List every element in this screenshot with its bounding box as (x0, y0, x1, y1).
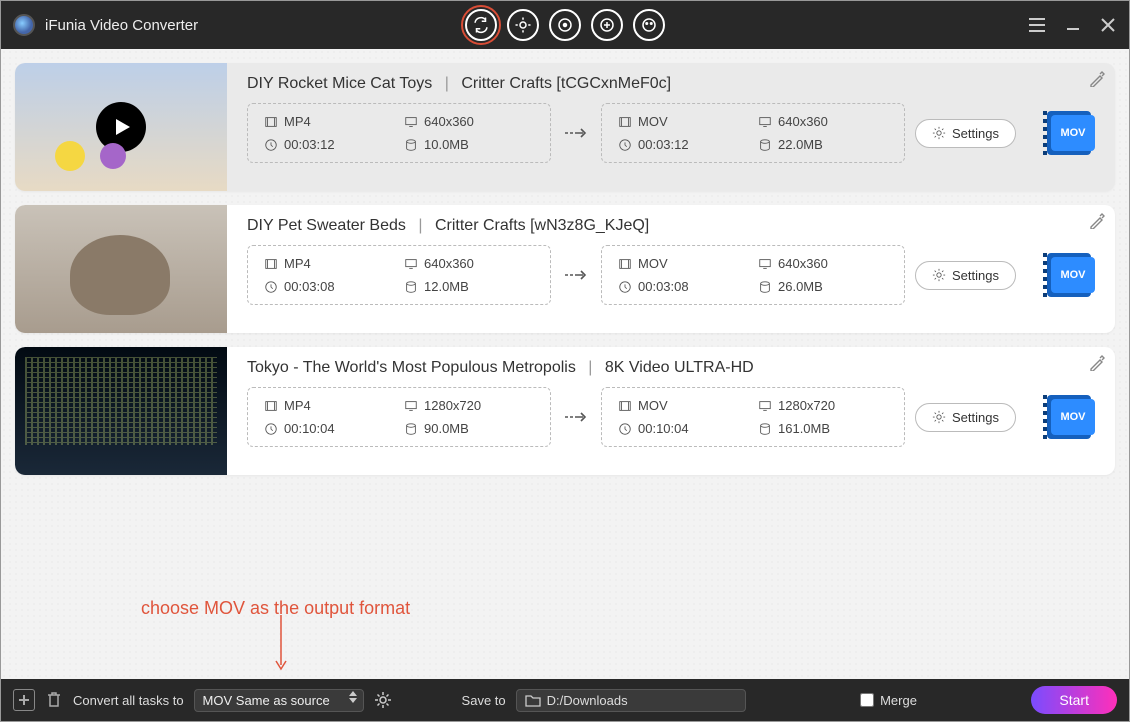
settings-label: Settings (952, 410, 999, 425)
title-part-b: Critter Crafts [wN3z8G_KJeQ] (435, 217, 649, 234)
gif-tab-icon[interactable] (633, 9, 665, 41)
merge-checkbox[interactable] (860, 693, 874, 707)
merge-tab-icon[interactable] (591, 9, 623, 41)
settings-label: Settings (952, 126, 999, 141)
src-resolution: 640x360 (424, 114, 474, 129)
target-info-box: MOV 640x360 00:03:08 26.0MB (601, 245, 905, 305)
src-duration: 00:03:12 (284, 137, 335, 152)
task-list: DIY Rocket Mice Cat Toys | Critter Craft… (1, 49, 1129, 679)
gear-icon[interactable] (374, 691, 392, 709)
title-part-a: DIY Pet Sweater Beds (247, 217, 406, 234)
merge-toggle[interactable]: Merge (860, 693, 917, 708)
source-info-box: MP4 1280x720 00:10:04 90.0MB (247, 387, 551, 447)
task-settings-button[interactable]: Settings (915, 403, 1016, 432)
video-thumbnail[interactable] (15, 205, 227, 333)
source-info-box: MP4 640x360 00:03:12 10.0MB (247, 103, 551, 163)
titlebar: iFunia Video Converter (1, 1, 1129, 49)
save-path-field[interactable]: D:/Downloads (516, 689, 746, 712)
target-info-box: MOV 640x360 00:03:12 22.0MB (601, 103, 905, 163)
output-format-icon[interactable]: MOV (1050, 394, 1096, 440)
start-button[interactable]: Start (1031, 686, 1117, 714)
src-duration: 00:03:08 (284, 279, 335, 294)
src-resolution: 640x360 (424, 256, 474, 271)
start-label: Start (1059, 692, 1089, 708)
output-format-icon[interactable]: MOV (1050, 252, 1096, 298)
title-part-a: Tokyo - The World's Most Populous Metrop… (247, 359, 576, 376)
arrow-icon (561, 268, 591, 282)
task-title: DIY Rocket Mice Cat Toys | Critter Craft… (247, 75, 1101, 93)
output-format-value: MOV Same as source (203, 693, 330, 708)
task-row[interactable]: Tokyo - The World's Most Populous Metrop… (15, 347, 1115, 475)
src-format: MP4 (284, 256, 311, 271)
task-settings-button[interactable]: Settings (915, 119, 1016, 148)
save-to-label: Save to (462, 693, 506, 708)
output-format-label: MOV (1060, 127, 1085, 139)
dst-size: 22.0MB (778, 137, 823, 152)
dst-resolution: 640x360 (778, 256, 828, 271)
output-format-select[interactable]: MOV Same as source (194, 689, 364, 712)
annotation-arrow-icon (271, 613, 291, 673)
dst-resolution: 1280x720 (778, 398, 835, 413)
task-settings-button[interactable]: Settings (915, 261, 1016, 290)
title-part-a: DIY Rocket Mice Cat Toys (247, 75, 432, 92)
edit-title-icon[interactable] (1089, 355, 1105, 371)
play-icon[interactable] (96, 102, 146, 152)
edit-title-icon[interactable] (1089, 71, 1105, 87)
title-part-b: 8K Video ULTRA-HD (605, 359, 754, 376)
dst-duration: 00:10:04 (638, 421, 689, 436)
src-size: 12.0MB (424, 279, 469, 294)
src-size: 10.0MB (424, 137, 469, 152)
title-separator: | (588, 359, 592, 376)
dst-format: MOV (638, 114, 668, 129)
src-format: MP4 (284, 398, 311, 413)
download-tab-icon[interactable] (507, 9, 539, 41)
arrow-icon (561, 126, 591, 140)
source-info-box: MP4 640x360 00:03:08 12.0MB (247, 245, 551, 305)
output-format-label: MOV (1060, 411, 1085, 423)
task-title: DIY Pet Sweater Beds | Critter Crafts [w… (247, 217, 1101, 235)
arrow-icon (561, 410, 591, 424)
window-controls (1027, 15, 1117, 35)
edit-title-icon[interactable] (1089, 213, 1105, 229)
output-format-icon[interactable]: MOV (1050, 110, 1096, 156)
minimize-icon[interactable] (1065, 17, 1081, 33)
title-separator: | (418, 217, 422, 234)
merge-label: Merge (880, 693, 917, 708)
save-path-value: D:/Downloads (547, 693, 628, 708)
add-file-button[interactable] (13, 689, 35, 711)
dst-size: 26.0MB (778, 279, 823, 294)
src-format: MP4 (284, 114, 311, 129)
dst-duration: 00:03:08 (638, 279, 689, 294)
settings-label: Settings (952, 268, 999, 283)
app-logo (13, 14, 35, 36)
task-row[interactable]: DIY Pet Sweater Beds | Critter Crafts [w… (15, 205, 1115, 333)
dst-format: MOV (638, 256, 668, 271)
task-title: Tokyo - The World's Most Populous Metrop… (247, 359, 1101, 377)
video-thumbnail[interactable] (15, 63, 227, 191)
edit-tab-icon[interactable] (549, 9, 581, 41)
close-icon[interactable] (1099, 16, 1117, 34)
dst-format: MOV (638, 398, 668, 413)
app-title: iFunia Video Converter (45, 17, 198, 34)
dst-duration: 00:03:12 (638, 137, 689, 152)
folder-icon (525, 693, 541, 707)
src-duration: 00:10:04 (284, 421, 335, 436)
toolbar (465, 9, 665, 41)
title-part-b: Critter Crafts [tCGCxnMeF0c] (461, 75, 671, 92)
convert-tab-icon[interactable] (465, 9, 497, 41)
dst-resolution: 640x360 (778, 114, 828, 129)
video-thumbnail[interactable] (15, 347, 227, 475)
src-size: 90.0MB (424, 421, 469, 436)
footer-bar: Convert all tasks to MOV Same as source … (1, 679, 1129, 721)
title-separator: | (445, 75, 449, 92)
delete-icon[interactable] (45, 690, 63, 710)
menu-icon[interactable] (1027, 15, 1047, 35)
convert-all-label: Convert all tasks to (73, 693, 184, 708)
target-info-box: MOV 1280x720 00:10:04 161.0MB (601, 387, 905, 447)
output-format-label: MOV (1060, 269, 1085, 281)
task-row[interactable]: DIY Rocket Mice Cat Toys | Critter Craft… (15, 63, 1115, 191)
src-resolution: 1280x720 (424, 398, 481, 413)
dst-size: 161.0MB (778, 421, 830, 436)
annotation-text: choose MOV as the output format (141, 598, 410, 619)
